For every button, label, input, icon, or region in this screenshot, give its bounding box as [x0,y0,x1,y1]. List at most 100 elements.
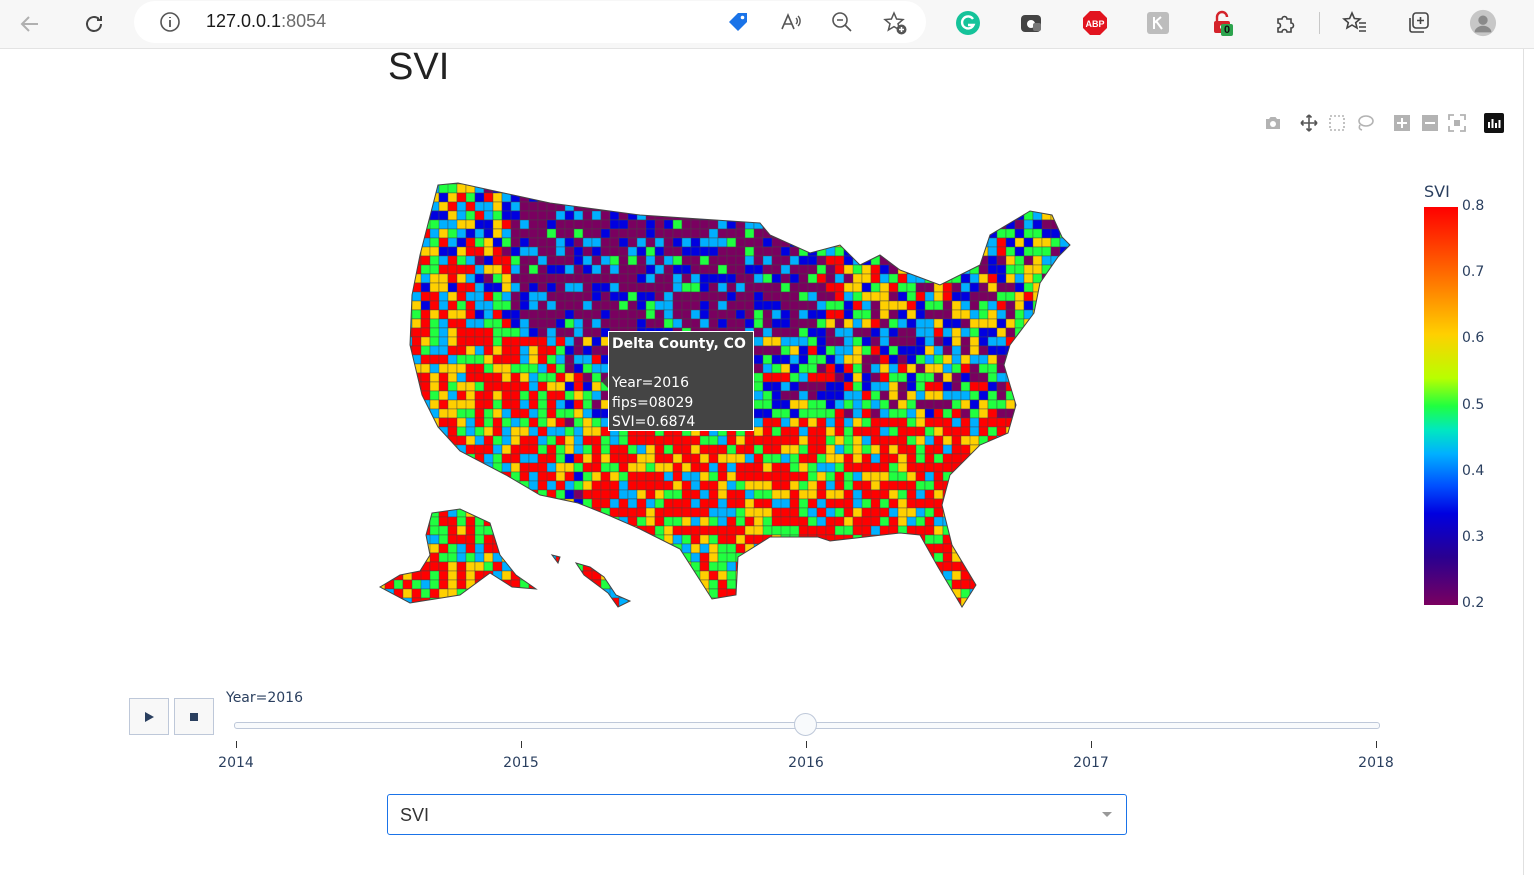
county-shape[interactable] [879,264,890,275]
county-shape[interactable] [978,300,989,311]
county-shape[interactable] [340,310,349,319]
county-shape[interactable] [367,462,386,473]
county-shape[interactable] [510,498,530,509]
county-shape[interactable] [519,489,530,500]
county-shape[interactable] [376,309,386,320]
county-shape[interactable] [456,201,467,212]
county-shape[interactable] [762,372,773,383]
county-shape[interactable] [1059,498,1070,509]
county-shape[interactable] [1005,471,1025,482]
county-shape[interactable] [897,273,908,284]
county-shape[interactable] [1068,426,1078,437]
county-shape[interactable] [915,453,926,464]
county-shape[interactable] [924,399,935,410]
county-shape[interactable] [645,246,656,257]
county-shape[interactable] [537,579,548,590]
county-shape[interactable] [393,255,404,266]
county-shape[interactable] [429,606,440,615]
county-shape[interactable] [636,552,647,563]
county-shape[interactable] [474,273,485,284]
county-shape[interactable] [861,507,872,518]
county-shape[interactable] [861,606,872,615]
county-shape[interactable] [358,454,367,463]
county-shape[interactable] [807,552,818,563]
county-shape[interactable] [564,237,575,248]
county-shape[interactable] [483,561,494,572]
county-shape[interactable] [367,598,376,607]
county-shape[interactable] [825,570,836,581]
county-shape[interactable] [1059,201,1070,212]
county-shape[interactable] [987,498,1007,509]
county-shape[interactable] [1078,355,1087,364]
county-shape[interactable] [474,201,485,212]
county-shape[interactable] [349,229,358,238]
county-shape[interactable] [951,309,962,320]
county-shape[interactable] [1005,543,1016,554]
county-shape[interactable] [582,345,593,356]
county-shape[interactable] [1023,426,1043,437]
county-shape[interactable] [438,597,449,607]
county-shape[interactable] [393,426,413,437]
county-shape[interactable] [978,183,989,194]
county-shape[interactable] [447,570,458,581]
county-shape[interactable] [1014,372,1025,383]
county-shape[interactable] [879,552,899,563]
county-shape[interactable] [717,318,728,329]
county-shape[interactable] [933,201,944,212]
county-shape[interactable] [690,318,701,329]
county-shape[interactable] [358,535,376,544]
county-shape[interactable] [546,372,557,383]
county-shape[interactable] [978,210,998,221]
county-shape[interactable] [1014,219,1025,230]
county-shape[interactable] [1068,570,1078,581]
county-shape[interactable] [1041,255,1052,266]
county-shape[interactable] [582,255,593,266]
county-shape[interactable] [1078,481,1087,490]
county-shape[interactable] [555,579,566,590]
county-shape[interactable] [951,183,962,194]
county-shape[interactable] [456,282,467,293]
county-shape[interactable] [609,246,620,257]
county-shape[interactable] [384,435,404,446]
county-shape[interactable] [573,192,584,203]
county-shape[interactable] [465,480,476,491]
county-shape[interactable] [951,246,962,257]
county-shape[interactable] [843,444,854,455]
county-shape[interactable] [1014,480,1025,491]
county-shape[interactable] [879,561,899,572]
county-shape[interactable] [897,336,908,347]
county-shape[interactable] [843,417,854,428]
county-shape[interactable] [528,210,539,221]
county-shape[interactable] [349,265,367,274]
county-shape[interactable] [555,183,575,194]
county-shape[interactable] [636,606,656,615]
county-shape[interactable] [726,570,737,581]
county-shape[interactable] [1050,534,1070,545]
county-shape[interactable] [367,535,376,544]
county-shape[interactable] [789,588,800,599]
county-shape[interactable] [915,300,926,311]
county-shape[interactable] [384,309,395,320]
county-shape[interactable] [1014,201,1025,212]
county-shape[interactable] [960,183,971,194]
county-shape[interactable] [367,256,376,265]
county-shape[interactable] [771,192,782,203]
county-shape[interactable] [726,534,737,545]
county-shape[interactable] [1005,570,1016,581]
county-shape[interactable] [1041,480,1052,491]
county-shape[interactable] [393,543,404,554]
county-shape[interactable] [771,597,782,607]
county-shape[interactable] [942,426,953,437]
county-shape[interactable] [978,597,989,607]
county-shape[interactable] [528,597,548,607]
county-shape[interactable] [447,354,458,365]
county-shape[interactable] [555,606,575,615]
county-shape[interactable] [1087,373,1096,382]
county-shape[interactable] [852,552,863,563]
county-shape[interactable] [376,201,386,212]
county-shape[interactable] [1059,525,1070,536]
county-shape[interactable] [429,237,440,248]
county-shape[interactable] [420,354,431,365]
county-shape[interactable] [609,534,629,545]
county-shape[interactable] [969,462,980,473]
